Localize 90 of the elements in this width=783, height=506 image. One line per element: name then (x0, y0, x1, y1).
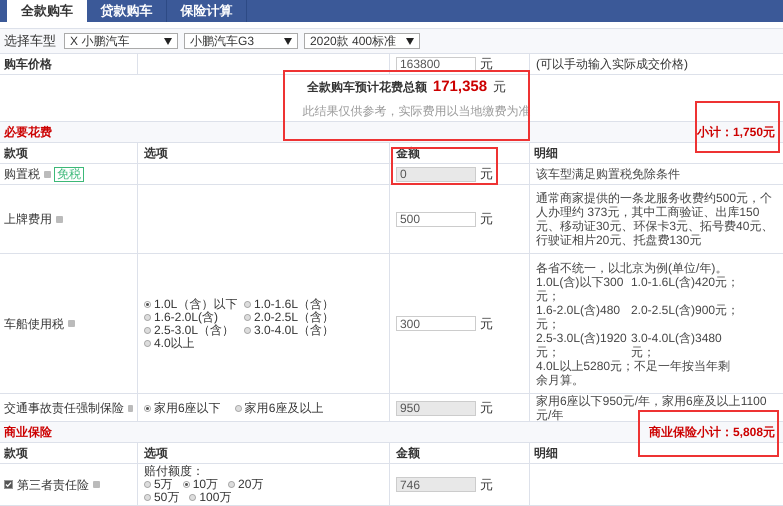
item-name: 交通事故责任强制保险 (4, 400, 124, 417)
radio-icon[interactable] (144, 326, 151, 334)
detail-text: 3.0-4.0L(含)3480元； (631, 330, 723, 358)
amount-input[interactable]: 746 (396, 477, 476, 492)
total-amount: 171,358 (432, 77, 488, 98)
radio-option[interactable]: 3.0-4.0L（含） (244, 324, 344, 336)
radio-option[interactable]: 5万 (144, 478, 173, 491)
caret-icon (406, 38, 414, 44)
unit-label: 元 (480, 399, 493, 418)
column-header: 明细 (533, 445, 559, 462)
radio-option[interactable]: 1.6-2.0L(含) (144, 310, 244, 324)
radio-option[interactable]: 2.0-2.5L（含） (244, 310, 344, 324)
tax-free-badge: 免税 (54, 166, 84, 182)
amount-input[interactable]: 500 (396, 212, 476, 226)
checkbox[interactable] (4, 480, 13, 489)
info-icon[interactable] (128, 404, 133, 412)
column-header: 款项 (0, 143, 138, 163)
radio-option[interactable]: 4.0以上 (144, 336, 244, 350)
model-dropdown[interactable]: 小鹏汽车G3 (184, 33, 298, 49)
caret-icon (284, 38, 292, 44)
item-name: 车船使用税 (4, 316, 64, 332)
radio-icon[interactable] (144, 404, 151, 412)
model-dropdown[interactable]: X 小鹏汽车 (64, 33, 178, 49)
info-icon[interactable] (44, 170, 51, 178)
unit-label: 元 (493, 78, 506, 96)
column-header: 选项 (138, 443, 390, 463)
caret-icon (164, 38, 172, 44)
detail-text: 该车型满足购置税免除条件 (536, 167, 681, 181)
unit-label: 元 (480, 476, 493, 494)
section-title: 必要花费 (4, 124, 52, 141)
radio-icon[interactable] (144, 481, 151, 488)
radio-icon[interactable] (144, 494, 151, 501)
row-label: 购车价格 (0, 54, 138, 74)
unit-label: 元 (480, 210, 493, 228)
tab[interactable]: 贷款购车 (87, 0, 167, 22)
radio-option[interactable]: 10万 (182, 478, 218, 491)
subtotal-text: 小计：1,750元 (696, 124, 776, 141)
detail-text: 通常商家提供的一条龙服务收费约500元，个人办理约 373元，其中工商验证、出库150元、移动证30元、环保卡3元、拓号费40元、行驶证相片20元、托盘费130元 (536, 191, 774, 247)
radio-icon[interactable] (144, 300, 151, 308)
info-icon[interactable] (68, 320, 75, 327)
detail-text: 各省不统一，以北京为例(单位/年)。 (536, 260, 728, 274)
radio-option[interactable]: 1.0L（含）以下 (144, 298, 244, 310)
radio-icon[interactable] (244, 314, 251, 320)
radio-option[interactable]: 100万 (189, 491, 232, 504)
detail-text: 2.5-3.0L(含)1920元； (536, 330, 628, 358)
column-header: 明细 (533, 145, 559, 162)
radio-option[interactable]: 家用6座及以上 (234, 402, 324, 414)
tab[interactable]: 保险计算 (167, 0, 247, 22)
field-label: 选择车型 (4, 32, 57, 50)
radio-icon[interactable] (244, 326, 251, 334)
item-name: 第三者责任险 (17, 476, 89, 494)
detail-text: 1.0L(含)以下300元； (536, 274, 624, 302)
item-name: 购置税 (4, 166, 40, 183)
radio-option[interactable]: 家用6座以下 (144, 402, 221, 414)
detail-text: 1.0-1.6L(含)420元； (631, 274, 740, 290)
price-input[interactable]: 163800 (396, 56, 476, 72)
radio-icon[interactable] (244, 300, 251, 308)
info-icon[interactable] (56, 216, 63, 222)
radio-icon[interactable] (144, 314, 151, 320)
item-name: 上牌费用 (4, 211, 52, 228)
model-dropdown[interactable]: 2020款 400标准 (304, 33, 420, 49)
radio-icon[interactable] (234, 404, 242, 412)
column-header: 金额 (390, 443, 530, 463)
radio-icon[interactable] (182, 481, 190, 488)
info-icon[interactable] (93, 481, 100, 488)
detail-text: 2.0-2.5L(含)900元； (631, 302, 740, 318)
radio-icon[interactable] (189, 494, 196, 501)
column-header: 款项 (0, 443, 138, 463)
amount-input[interactable]: 0 (396, 166, 476, 182)
radio-option[interactable]: 1.0-1.6L（含） (244, 298, 344, 310)
unit-label: 元 (480, 55, 493, 74)
amount-input[interactable]: 950 (396, 400, 476, 416)
detail-text: 1.6-2.0L(含)480元； (536, 302, 622, 330)
subtotal-text: 商业保险小计：5,808元 (648, 424, 776, 441)
section-title: 商业保险 (4, 424, 52, 441)
radio-option[interactable]: 20万 (228, 478, 264, 491)
price-note: (可以手动输入实际成交价格) (535, 56, 689, 73)
radio-icon[interactable] (144, 340, 151, 346)
radio-icon[interactable] (228, 481, 236, 488)
unit-label: 元 (480, 165, 493, 184)
detail-text: 家用6座以下950元/年，家用6座及以上1100元/年 (536, 394, 768, 422)
amount-input[interactable]: 300 (396, 316, 476, 331)
column-header: 选项 (138, 143, 390, 163)
total-label: 全款购车预计花费总额 (306, 79, 427, 96)
radio-option[interactable]: 50万 (144, 491, 180, 504)
option-caption: 赔付额度： (144, 465, 205, 478)
tab[interactable]: 全款购车 (7, 0, 87, 22)
unit-label: 元 (480, 314, 493, 333)
detail-text: 4.0L以上5280元；不足一年按当年剩余月算。 (536, 358, 732, 386)
radio-option[interactable]: 2.5-3.0L（含） (144, 324, 244, 336)
